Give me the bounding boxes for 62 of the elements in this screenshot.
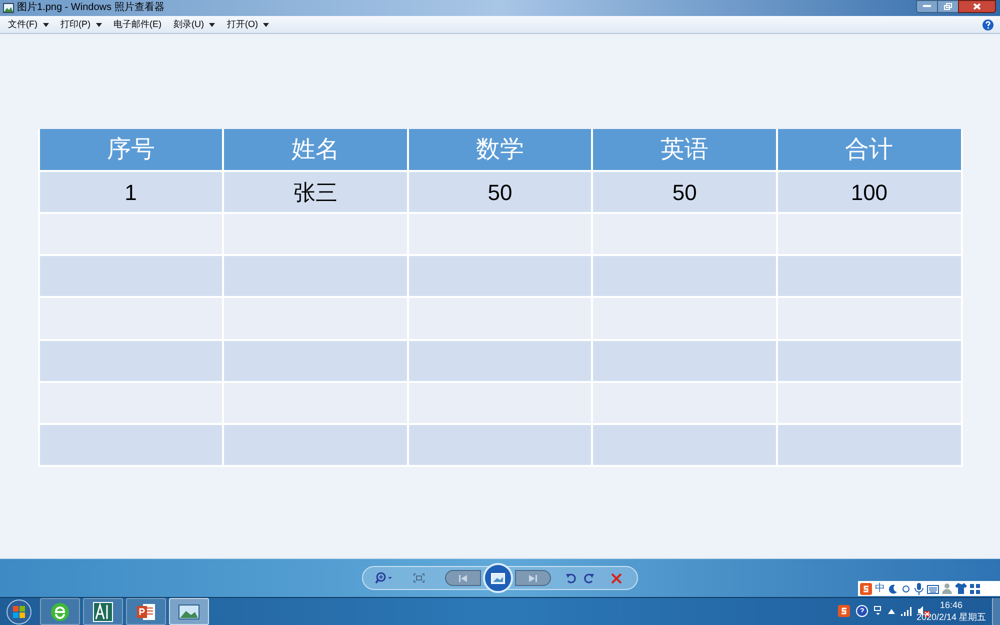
table-cell: 张三 <box>223 171 408 214</box>
table-cell: 1 <box>38 171 224 214</box>
help-icon[interactable] <box>982 19 994 31</box>
photo-icon <box>178 602 200 620</box>
caret-icon <box>209 22 215 26</box>
grid-icon[interactable] <box>970 584 980 594</box>
minimize-icon <box>923 5 931 8</box>
slideshow-button[interactable] <box>483 563 513 593</box>
rotate-left-icon[interactable] <box>565 572 577 584</box>
punctuation-icon[interactable] <box>901 584 911 594</box>
clock-time[interactable]: 16:46 <box>940 599 962 611</box>
start-button[interactable] <box>6 598 32 624</box>
table-cell: 50 <box>408 171 592 214</box>
next-button[interactable] <box>515 570 551 586</box>
column-header: 序号 <box>38 129 224 171</box>
taskbar-button[interactable] <box>126 598 166 625</box>
menu-item[interactable]: 文件(F) <box>4 20 52 29</box>
caret-icon <box>96 22 102 26</box>
table-cell: 100 <box>776 171 962 214</box>
clock-date[interactable]: 2020/2/14 星期五 <box>916 611 986 623</box>
next-icon <box>529 574 537 582</box>
previous-icon <box>459 574 467 582</box>
maximize-button[interactable] <box>938 0 958 13</box>
presentation-icon <box>136 602 156 622</box>
previous-button[interactable] <box>445 570 481 586</box>
microphone-icon[interactable] <box>914 582 924 594</box>
input-method-icon[interactable] <box>860 582 872 594</box>
column-header: 英语 <box>592 129 777 171</box>
slideshow-icon <box>491 572 505 584</box>
help-icon[interactable] <box>856 605 868 617</box>
menu-item[interactable]: 电子邮件(E) <box>110 20 166 29</box>
window-icon[interactable] <box>874 606 882 616</box>
table-cell: 50 <box>592 171 777 214</box>
taskbar-button[interactable] <box>83 598 123 625</box>
restore-icon <box>944 3 952 10</box>
keyboard-icon[interactable] <box>927 584 939 594</box>
zoom-icon[interactable] <box>375 572 393 584</box>
signal-icon[interactable] <box>901 606 912 616</box>
column-header: 合计 <box>776 129 962 171</box>
rotate-right-icon[interactable] <box>583 572 595 584</box>
taskbar-button[interactable] <box>169 598 209 625</box>
menu-item[interactable]: 打开(O) <box>223 20 273 29</box>
fit-icon[interactable] <box>413 573 425 583</box>
column-header: 姓名 <box>223 129 408 171</box>
photo-icon <box>3 3 14 13</box>
menu-item[interactable]: 打印(P) <box>56 20 106 29</box>
up-arrow-icon[interactable] <box>888 608 895 614</box>
input-mode[interactable]: 中 <box>875 584 885 594</box>
close-icon <box>973 3 981 10</box>
taskbar-button[interactable] <box>40 598 80 625</box>
globe-icon <box>50 602 70 622</box>
app-icon <box>93 602 113 622</box>
minimize-button[interactable] <box>916 0 938 13</box>
window-title: 图片1.png - Windows 照片查看器 <box>17 3 164 13</box>
caret-icon <box>42 22 48 26</box>
input-method-icon[interactable] <box>838 605 850 617</box>
caret-icon <box>263 22 269 26</box>
close-button[interactable] <box>958 0 996 13</box>
moon-icon[interactable] <box>888 584 898 594</box>
shirt-icon[interactable] <box>955 583 967 594</box>
menu-item[interactable]: 刻录(U) <box>170 20 219 29</box>
column-header: 数学 <box>408 129 592 171</box>
